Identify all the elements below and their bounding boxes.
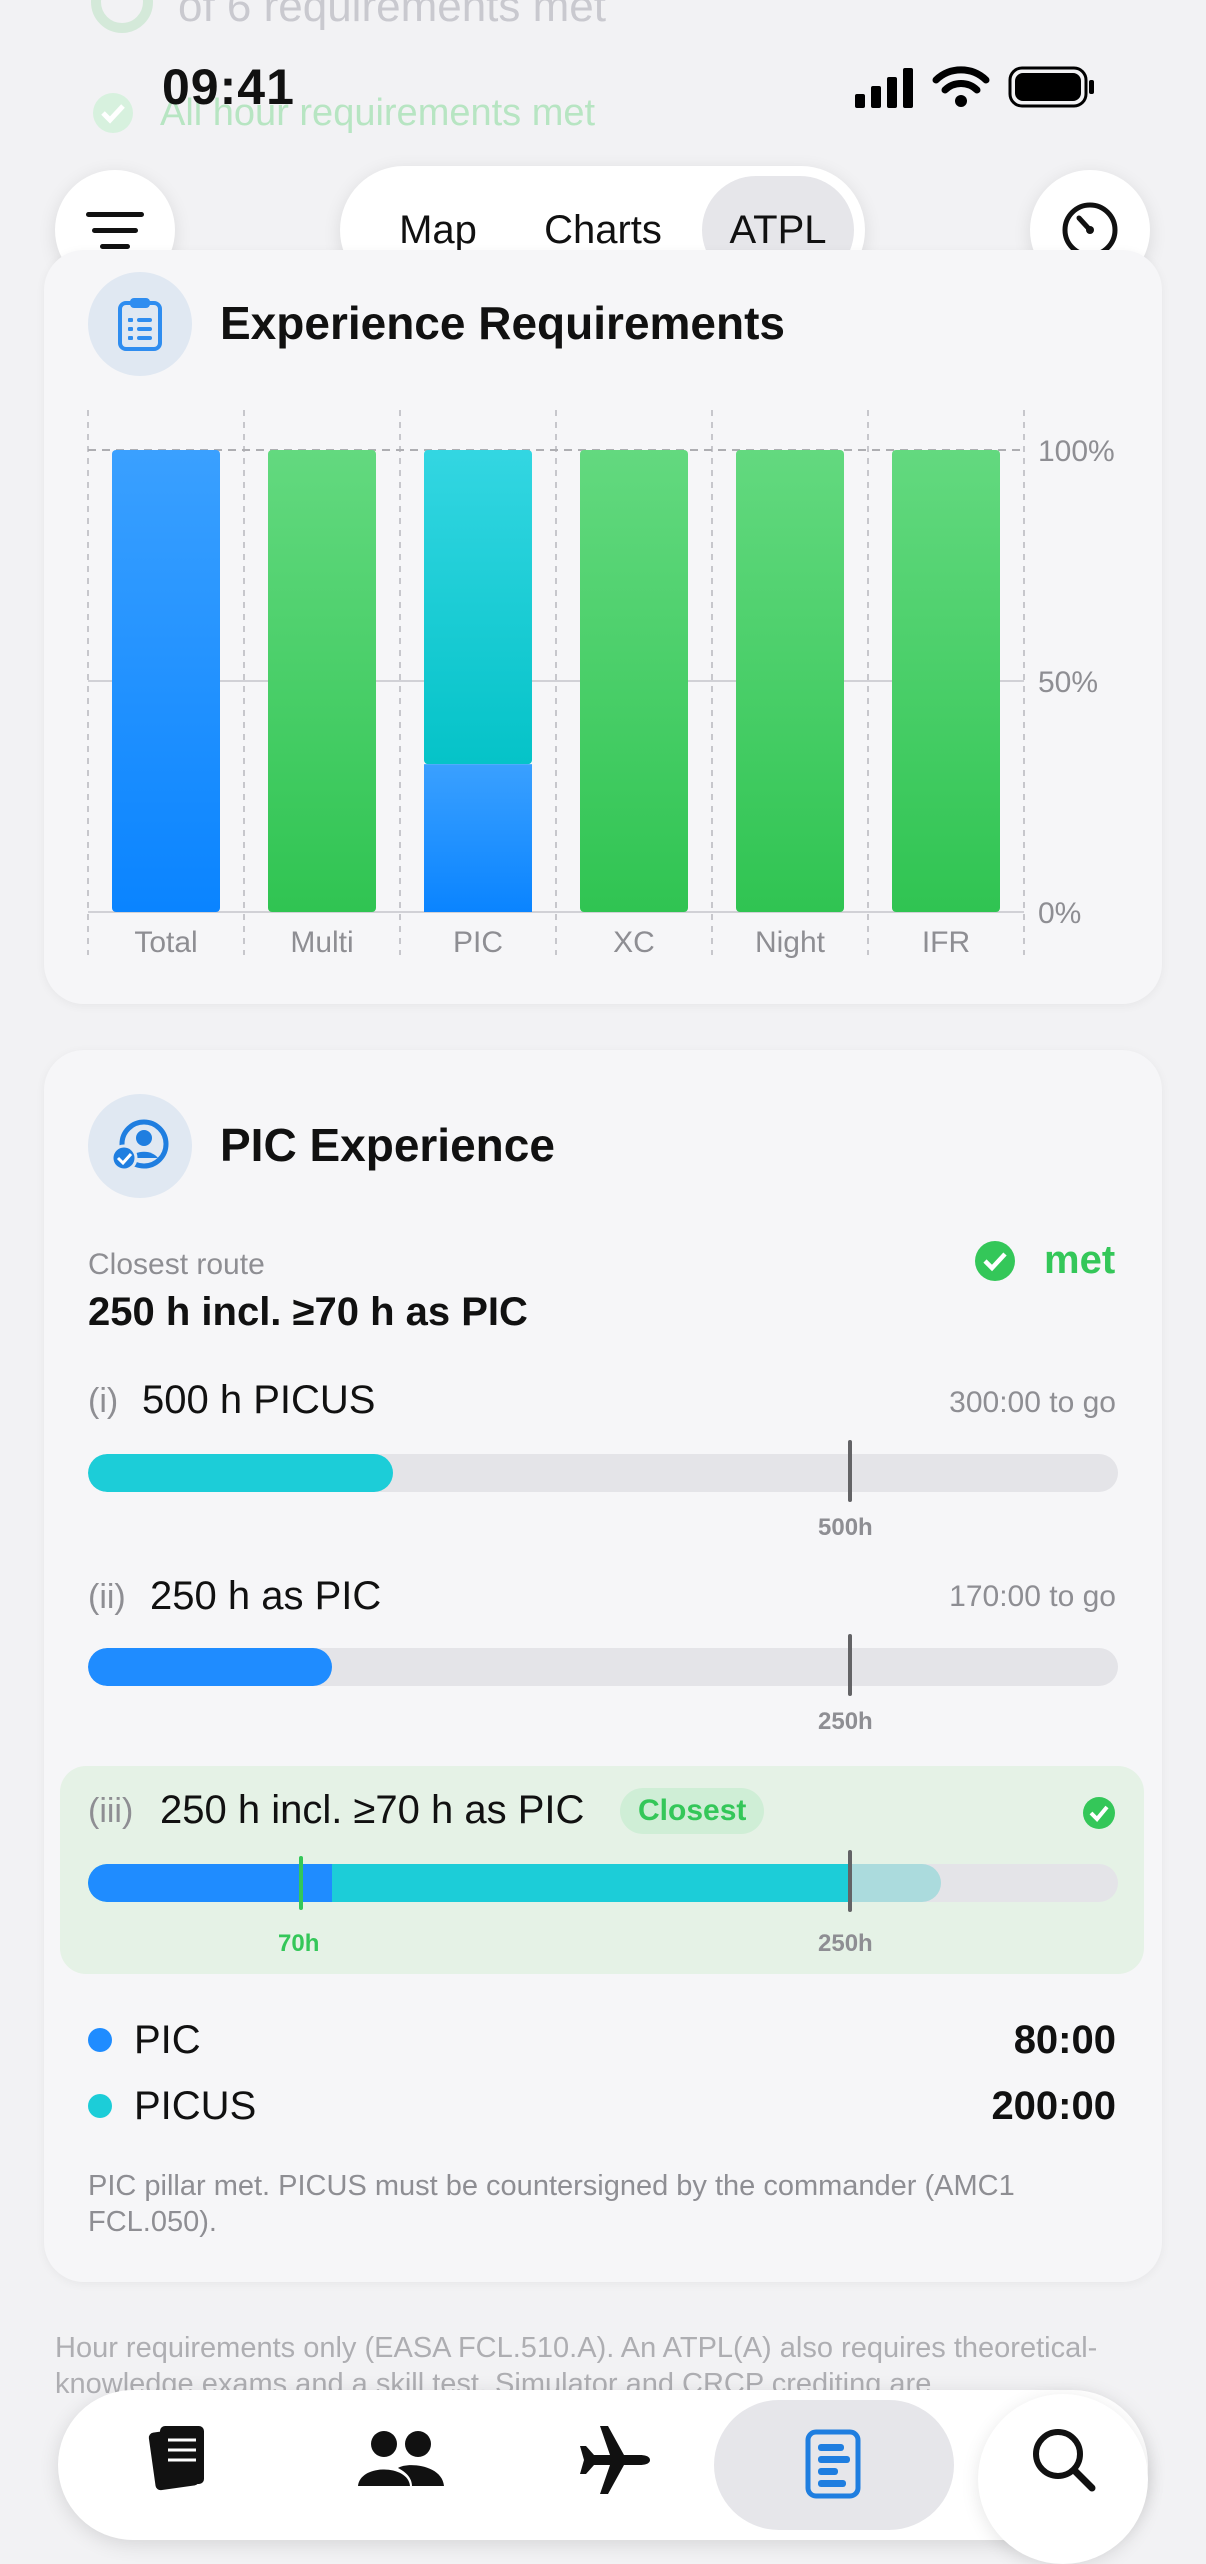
- route-2-target-label: 250h: [818, 1708, 873, 1735]
- closest-badge: Closest: [620, 1788, 765, 1834]
- category-label-total: Total: [134, 926, 197, 959]
- logbook-tab[interactable]: [148, 2420, 208, 2497]
- route-1-picus-fill: [88, 1454, 393, 1492]
- route-1-target-tick: [848, 1440, 852, 1502]
- bar-multi: [268, 450, 376, 912]
- route-2-remaining: 170:00 to go: [949, 1580, 1116, 1613]
- crew-tab[interactable]: [354, 2428, 446, 2493]
- pic-person-icon: [88, 1094, 192, 1198]
- route-3-min-tick: [299, 1856, 303, 1910]
- route-1-roman: (i): [88, 1382, 119, 1420]
- route-3-min-label: 70h: [278, 1930, 320, 1957]
- logbook-icon: [148, 2426, 204, 2491]
- ghost-check-icon: [90, 0, 154, 55]
- bar-pic-pic: [424, 764, 532, 912]
- category-label-pic: PIC: [453, 926, 503, 959]
- route-2-track: [88, 1648, 1118, 1686]
- y-tick-100pct: 100%: [1038, 435, 1115, 468]
- aircraft-icon: [580, 2426, 650, 2494]
- route-3-target-tick: [848, 1850, 852, 1912]
- bar-pic-picus: [424, 450, 532, 765]
- aircraft-tab[interactable]: [578, 2422, 654, 2503]
- legend-pic-dot: [88, 2028, 112, 2052]
- route-2-pic-fill: [88, 1648, 332, 1686]
- closest-route-value: 250 h incl. ≥70 h as PIC: [88, 1290, 528, 1334]
- battery-icon: [1008, 66, 1096, 113]
- route-3-name: 250 h incl. ≥70 h as PIC: [160, 1788, 585, 1832]
- wifi-icon: [932, 64, 990, 113]
- menu-icon: [86, 212, 144, 249]
- closest-route-label: Closest route: [88, 1248, 265, 1281]
- route-1-target-label: 500h: [818, 1514, 873, 1541]
- bar-ifr: [892, 450, 1000, 912]
- legend-pic-label: PIC: [134, 2018, 201, 2062]
- pic-note: PIC pillar met. PICUS must be countersig…: [88, 2170, 1015, 2238]
- search-icon: [1033, 2429, 1096, 2492]
- route-1-name: 500 h PICUS: [142, 1378, 376, 1422]
- legend-picus-label: PICUS: [134, 2084, 257, 2128]
- y-tick-50pct: 50%: [1038, 666, 1098, 699]
- status-time: 09:41: [162, 59, 295, 115]
- crew-icon: [358, 2431, 444, 2486]
- pic-title: PIC Experience: [220, 1119, 555, 1171]
- route-2-name: 250 h as PIC: [150, 1574, 382, 1618]
- y-tick-0pct: 0%: [1038, 897, 1081, 930]
- route-2-roman: (ii): [88, 1578, 126, 1616]
- bar-night: [736, 450, 844, 912]
- category-label-multi: Multi: [290, 926, 353, 959]
- clipboard-icon: [88, 272, 192, 376]
- route-3-pic-fill: [88, 1864, 332, 1902]
- met-label: met: [1044, 1238, 1116, 1282]
- route-1-track: [88, 1454, 1118, 1492]
- cellular-signal-icon: [855, 68, 917, 113]
- reports-tab[interactable]: [714, 2400, 954, 2530]
- ghost-summary: of 6 requirements met: [178, 0, 606, 31]
- category-label-night: Night: [755, 926, 826, 959]
- ghost-check-icon-2: [92, 92, 134, 139]
- requirements-chart: Total Multi PIC XC Night IFR 0% 50% 100%: [44, 400, 1162, 980]
- legend-picus-dot: [88, 2094, 112, 2118]
- route-3-target-label: 250h: [818, 1930, 873, 1957]
- search-button[interactable]: [978, 2394, 1148, 2564]
- legend-pic-value: 80:00: [1013, 2018, 1116, 2062]
- met-check-icon: [974, 1240, 1016, 1287]
- route-1-remaining: 300:00 to go: [949, 1386, 1116, 1419]
- route-2-target-tick: [848, 1634, 852, 1696]
- route-3-track: [88, 1864, 1118, 1902]
- legend-picus-value: 200:00: [991, 2084, 1116, 2128]
- route-3-roman: (iii): [88, 1792, 134, 1830]
- reports-icon: [805, 2429, 861, 2499]
- requirements-title: Experience Requirements: [220, 297, 786, 349]
- category-label-xc: XC: [613, 926, 655, 959]
- bar-xc: [580, 450, 688, 912]
- category-label-ifr: IFR: [922, 926, 970, 959]
- bar-total: [112, 450, 220, 912]
- route-3-check-icon: [1082, 1796, 1116, 1835]
